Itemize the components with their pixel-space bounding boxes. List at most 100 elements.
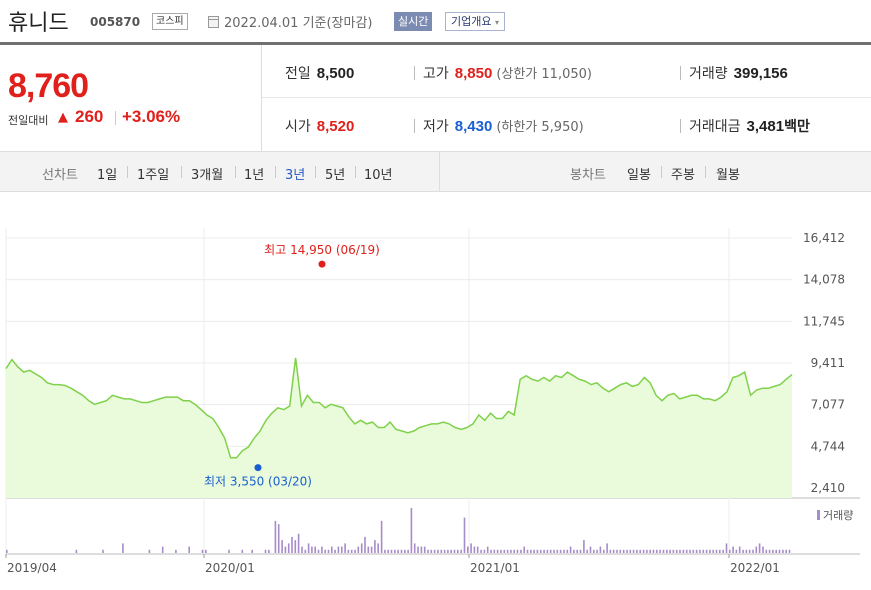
- asof-date: 2022.04.01 기준(장마감): [224, 16, 373, 31]
- volume-bar: [712, 549, 714, 553]
- x-tick-label: 2022/01: [730, 561, 780, 575]
- up-arrow-icon: ▲: [58, 110, 68, 125]
- period-divider: [235, 166, 236, 178]
- period-1y[interactable]: 1년: [244, 164, 264, 183]
- volume-bar: [268, 549, 270, 553]
- price-chart[interactable]: 16,412 14,078 11,745 9,411 7,077 4,744 2,410 2…: [0, 192, 871, 590]
- volume-bar: [586, 549, 588, 553]
- volume-bar: [274, 520, 277, 553]
- volume-bar: [656, 549, 658, 553]
- volume-bars: [6, 508, 791, 553]
- volume-bar: [334, 549, 336, 553]
- stat-value: 8,430: [454, 118, 493, 135]
- candle-monthly[interactable]: 월봉: [716, 164, 740, 183]
- period-divider: [315, 166, 316, 178]
- volume-bar: [549, 549, 552, 553]
- volume-bar: [437, 549, 439, 553]
- volume-bar: [390, 549, 393, 553]
- volume-bar: [520, 549, 522, 553]
- period-toolbar: 선차트 1일 1주일 3개월 1년 3년 5년 10년 봉차트 일봉 주봉 월봉: [0, 151, 871, 192]
- y-tick-label: 16,412: [803, 231, 845, 245]
- volume-bar: [413, 543, 416, 553]
- volume-bar: [642, 549, 645, 553]
- y-tick-label: 4,744: [811, 439, 845, 453]
- candle-chart-title: 봉차트: [570, 168, 606, 183]
- change-label: 전일대비: [8, 114, 49, 127]
- volume-bar: [410, 508, 413, 553]
- volume-bar: [579, 549, 582, 553]
- stat-value: 3,481: [746, 118, 785, 135]
- low-marker: [254, 464, 262, 472]
- volume-bar: [161, 546, 164, 553]
- realtime-button[interactable]: 실시간: [394, 12, 433, 31]
- volume-bar: [539, 549, 542, 553]
- volume-bar: [228, 549, 230, 553]
- volume-bar: [357, 546, 360, 553]
- volume-bar: [599, 546, 602, 553]
- volume-bar: [460, 549, 462, 553]
- volume-bar: [297, 533, 300, 553]
- volume-bar: [205, 549, 207, 553]
- volume-bar: [689, 549, 691, 553]
- company-overview-button[interactable]: 기업개요 ▾: [445, 12, 505, 31]
- volume-bar: [666, 549, 668, 553]
- volume-bar: [443, 549, 446, 553]
- volume-bar: [782, 549, 784, 553]
- volume-bar: [748, 549, 751, 553]
- volume-bar: [546, 549, 549, 553]
- candle-daily[interactable]: 일봉: [627, 164, 651, 183]
- period-divider: [355, 166, 356, 178]
- candle-weekly[interactable]: 주봉: [671, 164, 695, 183]
- volume-bar: [486, 546, 489, 553]
- period-10y[interactable]: 10년: [364, 164, 393, 183]
- stat-value: 8,850: [454, 65, 493, 82]
- current-price: 8,760: [8, 67, 89, 105]
- volume-bar: [463, 517, 466, 553]
- volume-bar: [480, 549, 482, 553]
- volume-bar: [569, 546, 572, 553]
- stat-amount: 거래대금 3,481백만: [689, 116, 810, 136]
- stat-volume: 거래량 399,156: [689, 63, 788, 83]
- volume-bar: [440, 549, 443, 553]
- volume-bar: [662, 549, 665, 553]
- volume-bar: [699, 549, 701, 553]
- period-divider: [127, 166, 128, 178]
- volume-bar: [719, 549, 721, 553]
- period-3m[interactable]: 3개월: [191, 164, 223, 183]
- volume-bar: [510, 549, 512, 553]
- volume-bar: [354, 549, 356, 553]
- volume-bar: [500, 549, 502, 553]
- volume-bar: [291, 536, 293, 553]
- period-divider: [275, 166, 276, 178]
- stat-value: 8,500: [316, 65, 355, 82]
- volume-bar: [530, 549, 532, 553]
- price-change: 260: [75, 107, 104, 126]
- period-1w[interactable]: 1주일: [137, 164, 169, 183]
- stats-row-divider: [262, 97, 871, 98]
- volume-bar: [347, 549, 350, 553]
- volume-bar: [738, 546, 741, 553]
- period-3y[interactable]: 3년: [285, 164, 305, 183]
- volume-bar: [360, 543, 363, 553]
- volume-bar: [765, 549, 768, 553]
- volume-bar: [626, 549, 628, 553]
- stat-unit: 백만: [784, 118, 810, 134]
- volume-bar: [287, 543, 290, 553]
- price-panel: 8,760 전일대비 ▲ 260 +3.06%: [0, 45, 262, 151]
- volume-bar: [543, 549, 545, 553]
- volume-bar: [397, 549, 399, 553]
- volume-bar: [609, 549, 612, 553]
- volume-bar: [772, 549, 774, 553]
- stat-label: 거래량: [689, 66, 728, 82]
- period-5y[interactable]: 5년: [325, 164, 345, 183]
- volume-bar: [450, 549, 452, 553]
- period-1d[interactable]: 1일: [97, 164, 117, 183]
- volume-bar: [725, 543, 728, 553]
- y-tick-label: 7,077: [811, 398, 845, 412]
- volume-bar: [732, 546, 734, 553]
- volume-bar: [636, 549, 638, 553]
- volume-bar: [675, 549, 678, 553]
- volume-bar: [496, 549, 499, 553]
- volume-bar: [559, 549, 562, 553]
- volume-bar: [679, 549, 681, 553]
